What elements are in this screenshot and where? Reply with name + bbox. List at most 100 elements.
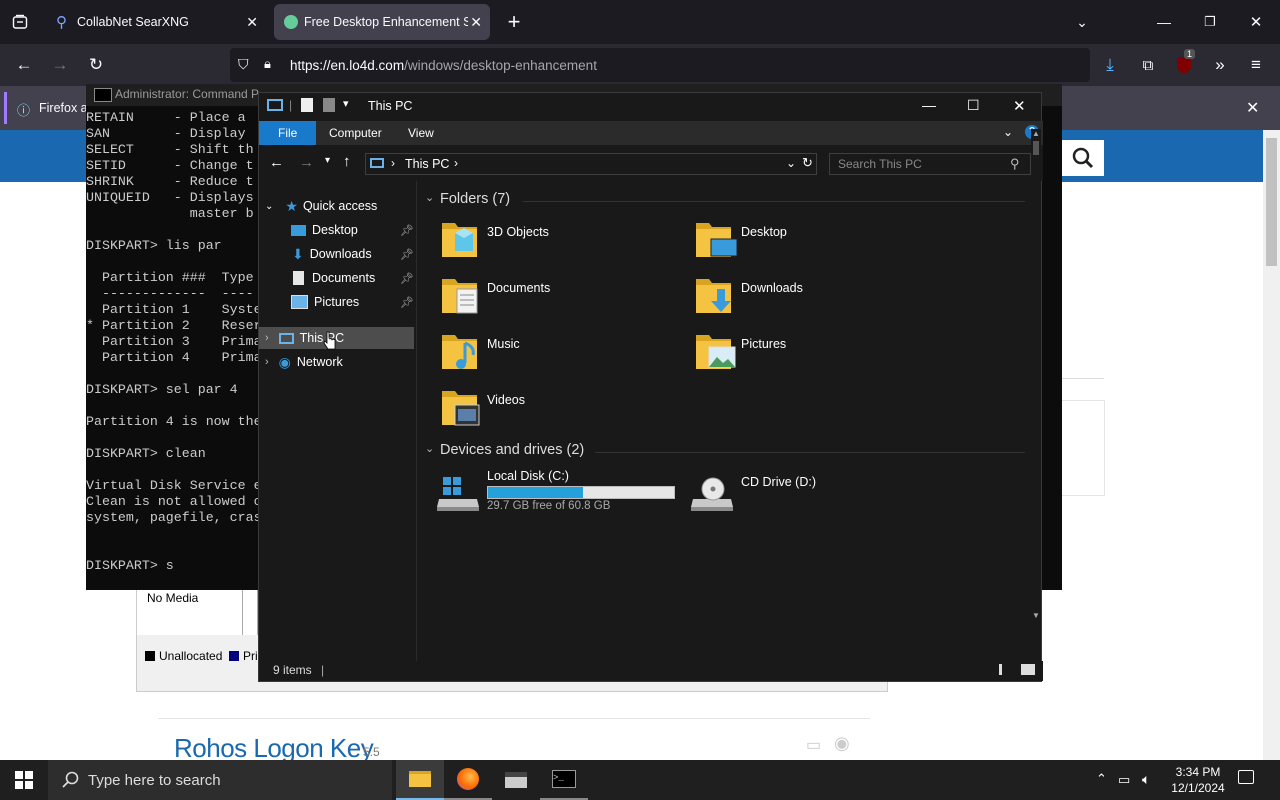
- network-status-icon[interactable]: ▭: [1118, 772, 1130, 788]
- close-window-icon[interactable]: ✕: [1013, 97, 1026, 115]
- search-box[interactable]: Search This PC ⚲: [829, 153, 1031, 175]
- up-icon[interactable]: ↑: [343, 153, 351, 170]
- drives-group-header[interactable]: ⌄ Devices and drives (2): [425, 442, 1025, 462]
- nav-documents[interactable]: Documents 📌︎: [259, 267, 414, 289]
- forward-icon[interactable]: →: [44, 49, 76, 81]
- scrollbar-thumb[interactable]: [1266, 138, 1277, 266]
- folder-downloads[interactable]: Downloads: [695, 275, 935, 325]
- folders-group-header[interactable]: ⌄ Folders (7): [425, 191, 1025, 211]
- folder-pictures[interactable]: Pictures: [695, 331, 935, 381]
- qat-dropdown-icon[interactable]: ▾: [343, 97, 349, 110]
- folder-videos[interactable]: Videos: [441, 387, 681, 437]
- recent-locations-icon[interactable]: ▾: [325, 155, 330, 166]
- nav-desktop[interactable]: Desktop 📌︎: [259, 219, 414, 241]
- divider: [595, 452, 1025, 453]
- chevron-down-icon[interactable]: ⌄: [425, 191, 434, 204]
- tab-file[interactable]: File: [259, 121, 317, 145]
- divider: [523, 201, 1025, 202]
- folder-documents[interactable]: Documents: [441, 275, 681, 325]
- cmd-line: [86, 542, 266, 558]
- shield-icon[interactable]: ⛉: [238, 56, 249, 73]
- taskbar-firefox[interactable]: [444, 760, 492, 800]
- url-bar[interactable]: ⛉ 🔒︎ https://en.lo4d.com/windows/desktop…: [230, 48, 1090, 82]
- page-scrollbar[interactable]: [1263, 130, 1280, 760]
- scroll-up-icon[interactable]: ▲: [1032, 129, 1040, 138]
- folder-music[interactable]: Music: [441, 331, 681, 381]
- drive-d[interactable]: CD Drive (D:): [689, 469, 929, 519]
- downloads-icon[interactable]: ⤓: [1094, 49, 1126, 81]
- hamburger-menu-icon[interactable]: ≡: [1240, 49, 1272, 81]
- nav-pictures[interactable]: Pictures 📌︎: [259, 291, 414, 313]
- explorer-title-bar[interactable]: | ▾ This PC — ☐ ✕: [259, 93, 1041, 121]
- chevron-down-icon[interactable]: ⌄: [265, 201, 273, 212]
- address-dropdown-icon[interactable]: ⌄: [786, 156, 796, 170]
- expand-ribbon-icon[interactable]: ⌄: [1003, 125, 1013, 139]
- cmd-line: UNIQUEID - Displays: [86, 190, 254, 205]
- large-icons-view-icon[interactable]: [1021, 664, 1035, 675]
- start-button[interactable]: [0, 760, 48, 800]
- nav-network[interactable]: › ◉ Network: [259, 351, 414, 373]
- new-folder-icon[interactable]: [323, 98, 335, 112]
- maximize-icon[interactable]: ☐: [967, 97, 980, 114]
- explorer-scrollbar[interactable]: ▲ ▼: [1031, 129, 1041, 623]
- folder-label: Music: [487, 337, 520, 351]
- volume-muted-icon[interactable]: 🔈︎: [1142, 771, 1150, 788]
- scrollbar-thumb[interactable]: [1033, 141, 1039, 155]
- refresh-icon[interactable]: ↻: [802, 155, 813, 171]
- drive-c[interactable]: Local Disk (C:) 29.7 GB free of 60.8 GB: [435, 469, 681, 519]
- forward-icon[interactable]: →: [299, 154, 314, 171]
- scroll-down-icon[interactable]: ▼: [1032, 611, 1040, 620]
- chevron-right-icon[interactable]: ›: [265, 356, 269, 368]
- breadcrumb-this-pc[interactable]: This PC: [405, 157, 449, 171]
- software-listing[interactable]: Rohos Logon Key 5.5 ▭ ◉: [158, 718, 870, 763]
- ublock-icon[interactable]: 1: [1168, 49, 1200, 81]
- reload-icon[interactable]: ↻: [80, 49, 112, 81]
- show-hidden-icons-icon[interactable]: ⌃: [1096, 771, 1107, 787]
- lock-icon[interactable]: 🔒︎: [264, 56, 271, 72]
- list-tabs-icon[interactable]: ⌄: [1066, 6, 1098, 38]
- nav-quick-access[interactable]: ⌄ ★ Quick access: [259, 195, 414, 217]
- close-tab-icon[interactable]: ✕: [246, 14, 258, 31]
- close-window-icon[interactable]: ✕: [1240, 6, 1272, 38]
- folder-desktop[interactable]: Desktop: [695, 219, 935, 269]
- address-toolbar: ← → ▾ ↑ › This PC › ⌄ ↻ Search This PC ⚲: [259, 145, 1043, 181]
- tab-desktop-enhancement[interactable]: Free Desktop Enhancement Sof ✕: [274, 4, 490, 40]
- clock[interactable]: 3:34 PM 12/1/2024: [1168, 764, 1228, 796]
- notifications-icon[interactable]: [1238, 770, 1254, 784]
- drive-c-usage-fill: [488, 487, 583, 498]
- restore-icon[interactable]: ❐: [1194, 6, 1226, 38]
- folder-icon: [696, 279, 731, 313]
- cmd-line: SAN - Display: [86, 126, 246, 141]
- minimize-icon[interactable]: —: [1148, 6, 1180, 38]
- properties-icon[interactable]: [301, 98, 313, 112]
- taskbar-search-box[interactable]: Type here to search: [48, 760, 392, 800]
- close-notification-icon[interactable]: ✕: [1246, 98, 1259, 118]
- nav-label: Quick access: [302, 199, 378, 213]
- chevron-right-icon[interactable]: ›: [454, 156, 458, 170]
- chevron-down-icon[interactable]: ⌄: [425, 442, 434, 455]
- folder-3d-objects[interactable]: 3D Objects: [441, 219, 681, 269]
- overflow-menu-icon[interactable]: »: [1204, 49, 1236, 81]
- back-icon[interactable]: ←: [269, 154, 284, 171]
- taskbar-command-prompt[interactable]: >_: [540, 760, 588, 800]
- taskbar-disk-tool[interactable]: [492, 760, 540, 800]
- item-count: 9 items: [273, 663, 312, 677]
- nav-downloads[interactable]: ⬇ Downloads 📌︎: [259, 243, 414, 265]
- tab-computer[interactable]: Computer: [315, 121, 396, 145]
- chevron-right-icon[interactable]: ›: [265, 332, 269, 344]
- new-tab-button[interactable]: +: [498, 6, 530, 38]
- file-explorer-window[interactable]: | ▾ This PC — ☐ ✕ File Computer View ⌄ ?…: [258, 92, 1043, 682]
- details-view-icon[interactable]: [999, 664, 1013, 675]
- minimize-icon[interactable]: —: [922, 97, 936, 113]
- extensions-icon[interactable]: ⧉: [1132, 49, 1164, 81]
- back-icon[interactable]: ←: [8, 49, 40, 81]
- tab-view[interactable]: View: [394, 121, 448, 145]
- address-bar[interactable]: › This PC › ⌄ ↻: [365, 153, 817, 175]
- chevron-right-icon[interactable]: ›: [391, 156, 395, 170]
- site-search-button[interactable]: [1062, 140, 1104, 176]
- tab-searxng[interactable]: ⚲ CollabNet SearXNG ✕: [44, 4, 268, 40]
- firefox-view-icon[interactable]: [4, 6, 36, 38]
- close-tab-icon[interactable]: ✕: [470, 14, 482, 31]
- taskbar-file-explorer[interactable]: [396, 760, 444, 800]
- cmd-output[interactable]: RETAIN - Place a SAN - Display SELECT - Sh…: [86, 110, 266, 590]
